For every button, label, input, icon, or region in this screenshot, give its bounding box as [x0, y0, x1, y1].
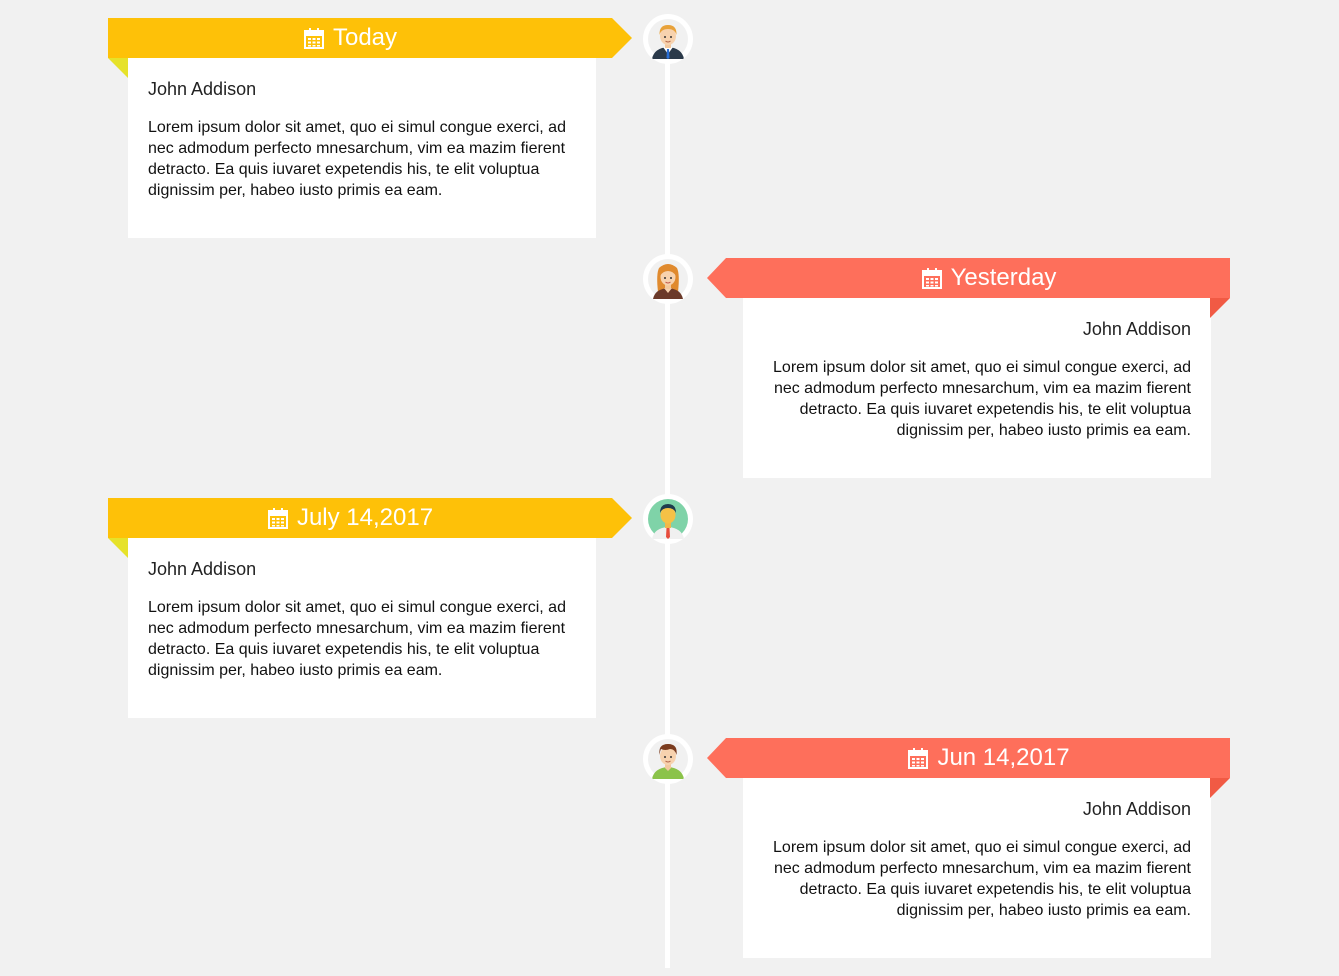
date-label: July 14,2017 — [296, 504, 434, 531]
timeline-card: John Addison Lorem ipsum dolor sit amet,… — [743, 778, 1211, 958]
ribbon-fold — [108, 538, 128, 558]
man-green-avatar-icon — [643, 494, 693, 544]
woman-avatar-icon — [643, 254, 693, 304]
date-ribbon: July 14,2017 — [108, 498, 632, 538]
entry-text: Lorem ipsum dolor sit amet, quo ei simul… — [773, 839, 1191, 919]
ribbon-fold — [1210, 778, 1230, 798]
ribbon-fold — [1210, 298, 1230, 318]
author-name: John Addison — [148, 559, 257, 579]
calendar-icon — [921, 268, 942, 289]
entry-text: Lorem ipsum dolor sit amet, quo ei simul… — [773, 359, 1191, 439]
man-suit-avatar-icon — [643, 14, 693, 64]
calendar-icon — [908, 748, 929, 769]
author-name: John Addison — [1082, 319, 1191, 339]
timeline-card: John Addison Lorem ipsum dolor sit amet,… — [128, 58, 596, 238]
timeline-entry: Today John Addison Lorem ipsum dolor sit… — [0, 14, 1339, 248]
date-ribbon: Today — [108, 18, 632, 58]
entry-text: Lorem ipsum dolor sit amet, quo ei simul… — [148, 119, 566, 199]
date-label: Yesterday — [950, 264, 1057, 291]
date-label: Jun 14,2017 — [937, 744, 1070, 771]
timeline-card: John Addison Lorem ipsum dolor sit amet,… — [128, 538, 596, 718]
timeline-entry: Yesterday John Addison Lorem ipsum dolor… — [0, 254, 1339, 488]
young-man-avatar-icon — [643, 734, 693, 784]
author-name: John Addison — [148, 79, 257, 99]
date-label: Today — [332, 24, 398, 51]
ribbon-fold — [108, 58, 128, 78]
author-name: John Addison — [1082, 799, 1191, 819]
timeline-card: John Addison Lorem ipsum dolor sit amet,… — [743, 298, 1211, 478]
calendar-icon — [303, 28, 324, 49]
timeline-entry: July 14,2017 John Addison Lorem ipsum do… — [0, 494, 1339, 728]
timeline-entry: Jun 14,2017 John Addison Lorem ipsum dol… — [0, 734, 1339, 968]
date-ribbon: Yesterday — [707, 258, 1230, 298]
calendar-icon — [267, 508, 288, 529]
date-ribbon: Jun 14,2017 — [707, 738, 1230, 778]
entry-text: Lorem ipsum dolor sit amet, quo ei simul… — [148, 599, 566, 679]
